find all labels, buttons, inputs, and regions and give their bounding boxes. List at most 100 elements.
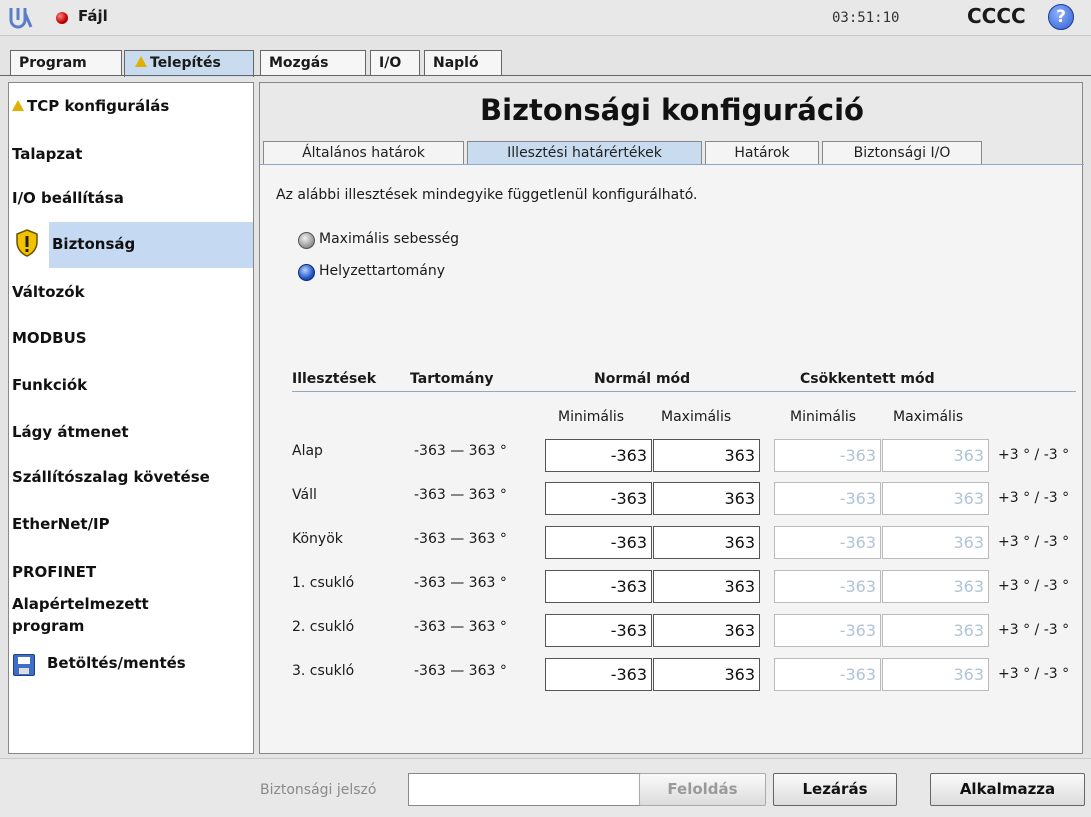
sidebar-item-talapzat[interactable]: Talapzat	[9, 145, 253, 163]
joint-name: 2. csukló	[292, 619, 355, 635]
reduced-min-input: -363	[774, 570, 881, 603]
sidebar-item-label: program	[12, 617, 85, 635]
reduced-max-input: 363	[882, 482, 989, 515]
apply-button[interactable]: Alkalmazza	[930, 773, 1085, 806]
header-reduced-mode: Csökkentett mód	[800, 371, 935, 387]
tolerance-text: +3 ° / -3 °	[998, 534, 1070, 550]
sidebar-item-label: Biztonság	[52, 235, 136, 253]
normal-max-input[interactable]: 363	[653, 570, 760, 603]
sidebar-item-funkciok[interactable]: Funkciók	[9, 376, 253, 394]
tab-program[interactable]: Program	[10, 50, 122, 76]
joint-range: -363 — 363 °	[414, 487, 507, 503]
joint-name: 1. csukló	[292, 575, 355, 591]
tolerance-text: +3 ° / -3 °	[998, 447, 1070, 463]
joint-range: -363 — 363 °	[414, 575, 507, 591]
reduced-max-input: 363	[882, 526, 989, 559]
tab-hatarok[interactable]: Határok	[705, 141, 819, 165]
unlock-button[interactable]: Feloldás	[639, 773, 766, 806]
reduced-max-input: 363	[882, 614, 989, 647]
header-normal-mode: Normál mód	[594, 371, 691, 387]
header-joints: Illesztések	[292, 371, 377, 387]
normal-max-input[interactable]: 363	[653, 658, 760, 691]
sidebar: TCP konfigurálás Talapzat I/O beállítása…	[8, 82, 254, 754]
robot-name: CCCC	[967, 4, 1026, 28]
joint-range: -363 — 363 °	[414, 619, 507, 635]
sidebar-item-profinet[interactable]: PROFINET	[9, 563, 253, 581]
reduced-max-input: 363	[882, 439, 989, 472]
page-title: Biztonsági konfiguráció	[480, 93, 864, 127]
tab-altalanos-hatarok[interactable]: Általános határok	[263, 141, 464, 165]
tab-biztonsagi-io[interactable]: Biztonsági I/O	[822, 141, 982, 165]
sidebar-item-betoltes[interactable]: Betöltés/mentés	[9, 654, 253, 678]
tolerance-text: +3 ° / -3 °	[998, 622, 1070, 638]
tab-divider	[0, 75, 1091, 76]
normal-min-input[interactable]: -363	[545, 482, 652, 515]
description-text: Az alábbi illesztések mindegyike függetl…	[276, 187, 698, 203]
normal-max-input[interactable]: 363	[653, 482, 760, 515]
tab-naplo[interactable]: Napló	[424, 50, 502, 76]
status-dot-icon	[56, 12, 68, 24]
file-menu[interactable]: Fájl	[78, 7, 108, 25]
reduced-max-input: 363	[882, 658, 989, 691]
sidebar-item-tcp[interactable]: TCP konfigurálás	[9, 97, 253, 115]
reduced-min-input: -363	[774, 482, 881, 515]
sidebar-item-szallitoszalag[interactable]: Szállítószalag követése	[9, 468, 253, 486]
sidebar-item-biztonsag[interactable]: Biztonság	[49, 222, 253, 268]
main-panel: Biztonsági konfiguráció Általános határo…	[259, 82, 1084, 754]
subheader-reduced-max: Maximális	[893, 409, 964, 425]
reduced-min-input: -363	[774, 439, 881, 472]
joint-range: -363 — 363 °	[414, 531, 507, 547]
sidebar-item-modbus[interactable]: MODBUS	[9, 329, 253, 347]
tab-io[interactable]: I/O	[370, 50, 420, 76]
lock-button[interactable]: Lezárás	[773, 773, 897, 806]
tab-telepites[interactable]: Telepítés	[124, 50, 254, 77]
normal-min-input[interactable]: -363	[545, 570, 652, 603]
joint-name: 3. csukló	[292, 663, 355, 679]
normal-min-input[interactable]: -363	[545, 614, 652, 647]
shield-warning-icon	[16, 229, 38, 257]
header-range: Tartomány	[410, 371, 494, 387]
reduced-min-input: -363	[774, 658, 881, 691]
tolerance-text: +3 ° / -3 °	[998, 578, 1070, 594]
password-input[interactable]	[408, 773, 658, 806]
warning-icon	[12, 100, 24, 111]
header-divider	[292, 391, 1076, 392]
sidebar-item-lagy-atmenet[interactable]: Lágy átmenet	[9, 423, 253, 441]
sidebar-item-valtozok[interactable]: Változók	[9, 283, 253, 301]
subheader-normal-max: Maximális	[661, 409, 732, 425]
joint-name: Könyök	[292, 531, 343, 547]
normal-max-input[interactable]: 363	[653, 526, 760, 559]
joint-range: -363 — 363 °	[414, 443, 507, 459]
main-tabs: Program Telepítés Mozgás I/O Napló	[0, 50, 1091, 77]
normal-min-input[interactable]: -363	[545, 658, 652, 691]
reduced-min-input: -363	[774, 526, 881, 559]
sidebar-item-io[interactable]: I/O beállítása	[9, 189, 253, 207]
help-icon[interactable]: ?	[1048, 4, 1074, 30]
reduced-max-input: 363	[882, 570, 989, 603]
tab-telepites-label: Telepítés	[150, 55, 221, 71]
sidebar-item-ethernet-ip[interactable]: EtherNet/IP	[9, 515, 253, 533]
sidebar-item-label: TCP konfigurálás	[27, 97, 170, 115]
ur-logo-icon	[9, 8, 33, 29]
joint-name: Alap	[292, 443, 323, 459]
sidebar-item-alapertelmezett[interactable]: Alapértelmezett program	[9, 595, 253, 635]
tab-mozgas[interactable]: Mozgás	[260, 50, 366, 76]
normal-max-input[interactable]: 363	[653, 439, 760, 472]
sidebar-item-label: Alapértelmezett	[12, 595, 149, 613]
tolerance-text: +3 ° / -3 °	[998, 490, 1070, 506]
warning-icon	[135, 56, 147, 67]
tab-illesztesi-hatarertekek[interactable]: Illesztési határértékek	[467, 141, 702, 166]
top-bar: Fájl 03:51:10 CCCC ?	[0, 0, 1091, 36]
sidebar-item-label: Betöltés/mentés	[47, 654, 186, 672]
normal-min-input[interactable]: -363	[545, 439, 652, 472]
radio-label: Helyzettartomány	[319, 263, 446, 279]
subheader-reduced-min: Minimális	[790, 409, 857, 425]
radio-button-icon[interactable]	[298, 232, 315, 249]
reduced-min-input: -363	[774, 614, 881, 647]
joint-name: Váll	[292, 487, 317, 503]
radio-label: Maximális sebesség	[319, 231, 460, 247]
normal-max-input[interactable]: 363	[653, 614, 760, 647]
password-label: Biztonsági jelszó	[260, 782, 377, 798]
normal-min-input[interactable]: -363	[545, 526, 652, 559]
radio-button-selected-icon[interactable]	[298, 264, 315, 281]
